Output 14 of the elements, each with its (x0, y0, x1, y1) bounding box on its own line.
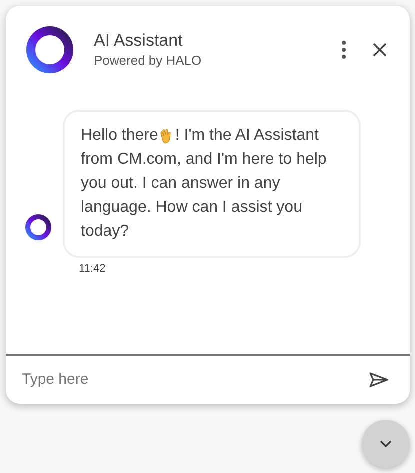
message-input[interactable]: Type here (22, 368, 368, 392)
close-icon (373, 43, 387, 57)
message-text: Hello there (81, 126, 158, 146)
assistant-subtitle: Powered by HALO (94, 52, 203, 70)
more-options-icon (342, 41, 346, 59)
logo-icon (26, 26, 74, 74)
send-icon (369, 372, 389, 388)
message-text: ! I'm the AI Assistant (175, 126, 319, 146)
chevron-down-icon (380, 440, 392, 448)
assistant-name: AI Assistant (94, 30, 184, 52)
bot-avatar-icon (25, 214, 52, 241)
message-time: 11:42 (79, 262, 106, 276)
message-text: from CM.com, and I'm here to help you out. I can answer in any language. How can I assist you today? (81, 150, 328, 242)
message-input-bar[interactable]: Type here (6, 356, 410, 404)
